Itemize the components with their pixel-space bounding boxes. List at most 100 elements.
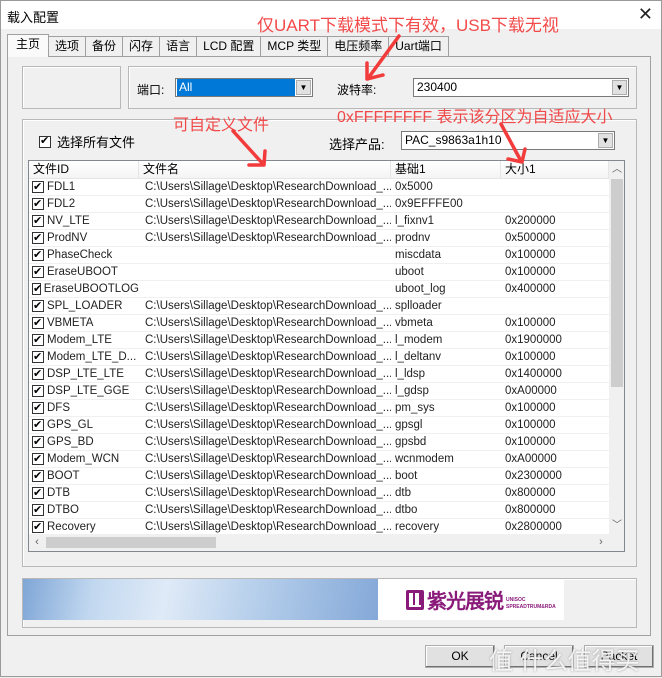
- column-header-file-name[interactable]: 文件名: [139, 161, 391, 179]
- row-checkbox[interactable]: [32, 349, 44, 365]
- table-row[interactable]: Modem_LTE C:\Users\Sillage\Desktop\Resear…: [29, 332, 609, 349]
- tab-language[interactable]: 语言: [159, 36, 198, 57]
- close-icon[interactable]: ✕: [638, 4, 653, 25]
- scroll-down-icon[interactable]: ﹀: [609, 517, 624, 534]
- row-checkbox[interactable]: [32, 451, 44, 467]
- table-row[interactable]: GPS_GL C:\Users\Sillage\Desktop\ResearchD…: [29, 417, 609, 434]
- cell-base: prodnv: [395, 232, 431, 244]
- table-row[interactable]: PhaseCheck miscdata 0x100000: [29, 247, 609, 264]
- vertical-scroll-thumb[interactable]: [611, 179, 623, 387]
- row-checkbox[interactable]: [32, 366, 44, 382]
- column-header-base[interactable]: 基础1: [391, 161, 501, 179]
- chevron-down-icon[interactable]: ▼: [612, 80, 627, 95]
- row-checkbox[interactable]: [32, 519, 44, 535]
- cancel-button[interactable]: Cancel: [504, 645, 574, 668]
- cell-file-name[interactable]: C:\Users\Sillage\Desktop\ResearchDownloa…: [139, 315, 391, 331]
- file-id: SPL_LOADER: [47, 300, 123, 312]
- table-row[interactable]: EraseUBOOTLOG uboot_log 0x400000: [29, 281, 609, 298]
- table-row[interactable]: DTB C:\Users\Sillage\Desktop\ResearchDown…: [29, 485, 609, 502]
- tab-uart-port[interactable]: Uart端口: [388, 36, 449, 57]
- table-row[interactable]: SPL_LOADER C:\Users\Sillage\Desktop\Resea…: [29, 298, 609, 315]
- cell-file-name[interactable]: C:\Users\Sillage\Desktop\ResearchDownloa…: [139, 298, 391, 314]
- row-checkbox[interactable]: [32, 485, 44, 501]
- cell-file-name[interactable]: C:\Users\Sillage\Desktop\ResearchDownloa…: [139, 230, 391, 246]
- product-select[interactable]: PAC_s9863a1h10 ▼: [401, 131, 615, 150]
- table-row[interactable]: Modem_WCN C:\Users\Sillage\Desktop\Resear…: [29, 451, 609, 468]
- row-checkbox[interactable]: [32, 281, 42, 297]
- scroll-right-icon[interactable]: ›: [593, 534, 609, 551]
- cell-file-name[interactable]: C:\Users\Sillage\Desktop\ResearchDownloa…: [139, 434, 391, 450]
- cell-file-name[interactable]: C:\Users\Sillage\Desktop\ResearchDownloa…: [139, 400, 391, 416]
- row-checkbox[interactable]: [32, 264, 44, 280]
- vertical-scrollbar[interactable]: ︿ ﹀: [609, 161, 624, 534]
- table-row[interactable]: BOOT C:\Users\Sillage\Desktop\ResearchDow…: [29, 468, 609, 485]
- row-checkbox[interactable]: [32, 315, 44, 331]
- tab-options[interactable]: 选项: [48, 36, 87, 57]
- cell-file-name[interactable]: [139, 247, 391, 263]
- port-select[interactable]: All ▼: [175, 78, 313, 97]
- cell-file-name[interactable]: [139, 281, 391, 297]
- horizontal-scrollbar[interactable]: ‹ ›: [29, 534, 609, 551]
- row-checkbox[interactable]: [32, 213, 44, 229]
- tab-mcp-type[interactable]: MCP 类型: [260, 36, 329, 57]
- file-id: EraseUBOOT: [47, 266, 118, 278]
- row-checkbox[interactable]: [32, 417, 44, 433]
- cell-file-name[interactable]: C:\Users\Sillage\Desktop\ResearchDownloa…: [139, 332, 391, 348]
- table-row[interactable]: DSP_LTE_GGE C:\Users\Sillage\Desktop\Rese…: [29, 383, 609, 400]
- table-row[interactable]: FDL1 C:\Users\Sillage\Desktop\ResearchDow…: [29, 179, 609, 196]
- table-row[interactable]: VBMETA C:\Users\Sillage\Desktop\ResearchD…: [29, 315, 609, 332]
- column-header-size[interactable]: 大小1: [501, 161, 609, 179]
- baud-rate-select[interactable]: 230400 ▼: [413, 78, 629, 97]
- tab-lcd-config[interactable]: LCD 配置: [196, 36, 262, 57]
- row-checkbox[interactable]: [32, 434, 44, 450]
- chevron-down-icon[interactable]: ▼: [598, 133, 613, 148]
- cell-file-name[interactable]: C:\Users\Sillage\Desktop\ResearchDownloa…: [139, 502, 391, 518]
- tab-flash[interactable]: 闪存: [122, 36, 161, 57]
- cell-file-name[interactable]: C:\Users\Sillage\Desktop\ResearchDownloa…: [139, 417, 391, 433]
- file-list-table[interactable]: 文件ID 文件名 基础1 大小1 FDL1 C:\Users\Sillage\De…: [28, 160, 625, 552]
- cell-file-name[interactable]: C:\Users\Sillage\Desktop\ResearchDownloa…: [139, 179, 391, 195]
- table-row[interactable]: NV_LTE C:\Users\Sillage\Desktop\ResearchD…: [29, 213, 609, 230]
- tab-home[interactable]: 主页: [7, 34, 50, 57]
- cell-file-name[interactable]: C:\Users\Sillage\Desktop\ResearchDownloa…: [139, 196, 391, 212]
- select-all-checkbox-row[interactable]: 选择所有文件: [39, 132, 135, 151]
- column-header-file-id[interactable]: 文件ID: [29, 161, 139, 179]
- row-checkbox[interactable]: [32, 247, 44, 263]
- empty-group-box: [22, 66, 121, 109]
- cell-file-name[interactable]: C:\Users\Sillage\Desktop\ResearchDownloa…: [139, 213, 391, 229]
- cell-file-name[interactable]: C:\Users\Sillage\Desktop\ResearchDownloa…: [139, 485, 391, 501]
- cell-file-name[interactable]: C:\Users\Sillage\Desktop\ResearchDownloa…: [139, 349, 391, 365]
- cell-file-name[interactable]: C:\Users\Sillage\Desktop\ResearchDownloa…: [139, 366, 391, 382]
- table-row[interactable]: EraseUBOOT uboot 0x100000: [29, 264, 609, 281]
- horizontal-scroll-thumb[interactable]: [46, 537, 216, 548]
- select-all-checkbox[interactable]: [39, 134, 51, 148]
- tab-voltage-freq[interactable]: 电压频率: [327, 36, 390, 57]
- row-checkbox[interactable]: [32, 383, 44, 399]
- cell-file-name[interactable]: C:\Users\Sillage\Desktop\ResearchDownloa…: [139, 468, 391, 484]
- tab-backup[interactable]: 备份: [85, 36, 124, 57]
- row-checkbox[interactable]: [32, 230, 44, 246]
- table-row[interactable]: Modem_LTE_D...C:\Users\Sillage\Desktop\R…: [29, 349, 609, 366]
- table-row[interactable]: DSP_LTE_LTE C:\Users\Sillage\Desktop\Rese…: [29, 366, 609, 383]
- cell-file-name[interactable]: C:\Users\Sillage\Desktop\ResearchDownloa…: [139, 383, 391, 399]
- row-checkbox[interactable]: [32, 502, 44, 518]
- scroll-up-icon[interactable]: ︿: [609, 161, 624, 178]
- table-row[interactable]: ProdNV C:\Users\Sillage\Desktop\ResearchD…: [29, 230, 609, 247]
- ok-button[interactable]: OK: [425, 645, 495, 668]
- table-row[interactable]: DFS C:\Users\Sillage\Desktop\ResearchDown…: [29, 400, 609, 417]
- row-checkbox[interactable]: [32, 298, 44, 314]
- table-row[interactable]: DTBO C:\Users\Sillage\Desktop\ResearchDow…: [29, 502, 609, 519]
- row-checkbox[interactable]: [32, 468, 44, 484]
- chevron-down-icon[interactable]: ▼: [296, 80, 311, 95]
- table-row[interactable]: FDL2 C:\Users\Sillage\Desktop\ResearchDow…: [29, 196, 609, 213]
- row-checkbox[interactable]: [32, 400, 44, 416]
- row-checkbox[interactable]: [32, 332, 44, 348]
- scroll-left-icon[interactable]: ‹: [29, 534, 45, 551]
- row-checkbox[interactable]: [32, 196, 44, 212]
- packet-button[interactable]: Packet: [584, 645, 654, 668]
- row-checkbox[interactable]: [32, 179, 44, 195]
- cell-file-name[interactable]: C:\Users\Sillage\Desktop\ResearchDownloa…: [139, 451, 391, 467]
- table-row[interactable]: GPS_BD C:\Users\Sillage\Desktop\ResearchD…: [29, 434, 609, 451]
- cell-file-name[interactable]: [139, 264, 391, 280]
- cell-file-name[interactable]: C:\Users\Sillage\Desktop\ResearchDownloa…: [139, 519, 391, 535]
